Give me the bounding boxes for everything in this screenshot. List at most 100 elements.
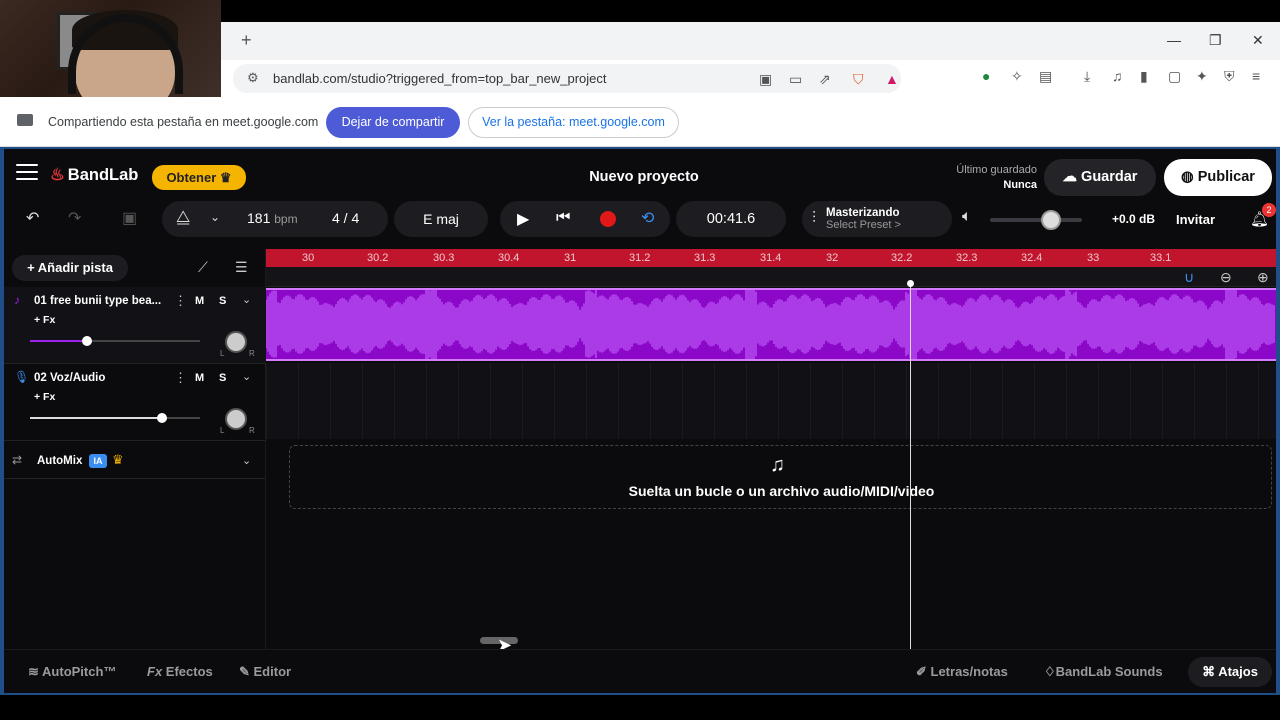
bpm-value[interactable]: 181 bpm [247,210,298,226]
playhead-handle[interactable] [907,280,914,287]
loop-icon[interactable]: ⟲ [641,208,654,228]
stop-sharing-button[interactable]: Dejar de compartir [326,107,460,138]
track-lane-1-region[interactable] [265,285,1276,363]
automix-row[interactable]: ⇄ AutoMix IA ♛ ⌄ [4,443,266,479]
time-display[interactable]: 00:41.6 [676,201,786,237]
view-tab-button[interactable]: Ver la pestaña: meet.google.com [468,107,679,138]
add-fx-button[interactable]: + Fx [34,314,55,326]
ruler-tick-label: 32 [826,252,839,264]
instrument-icon: ♪ [14,293,20,307]
new-tab-button[interactable]: + [241,30,252,51]
tool-icon[interactable]: ▣ [122,208,137,228]
snap-magnet-icon[interactable]: ∪ [1184,269,1194,286]
autopitch-button[interactable]: ≋ AutoPitch™ [28,664,116,680]
sidebar-icon[interactable]: ▮ [1140,68,1148,85]
hamburger-menu-icon[interactable] [16,164,38,182]
brand-logo[interactable]: ♨ BandLab [50,165,138,185]
speaker-icon[interactable]: 🔈︎ [962,208,972,226]
project-title[interactable]: Nuevo proyecto [534,169,754,185]
screenshot-icon[interactable]: ▤ [1039,68,1052,85]
download-icon[interactable]: ⤓ [1084,68,1090,85]
timeline-ruler[interactable]: 30 30.2 30.3 30.4 31 31.2 31.3 31.4 32 32.2 32.3 32… [266,249,1276,267]
pan-knob[interactable] [225,331,247,353]
crown-icon: ♛ [112,452,124,467]
play-icon[interactable]: ▶ [517,209,529,229]
playhead[interactable] [910,283,911,649]
save-button[interactable]: ☁ Guardar [1044,159,1156,196]
redo-icon[interactable]: ↷ [68,208,81,228]
cast-icon[interactable]: ▭ [789,71,802,88]
solo-button[interactable]: S [219,372,226,384]
zoom-in-icon[interactable]: ⊕ [1257,269,1269,286]
editor-button[interactable]: ✎ Editor [239,664,291,680]
undo-icon[interactable]: ↶ [26,208,39,228]
chevron-down-icon[interactable]: ⌄ [242,454,251,467]
master-volume-knob[interactable] [1041,210,1061,230]
chevron-down-icon[interactable]: ⌄ [242,370,251,383]
mastering-title: Masterizando [826,207,900,219]
solo-button[interactable]: S [219,295,226,307]
leo-ai-icon[interactable]: ✦ [1196,68,1208,85]
metronome-icon[interactable]: ⧋ [176,209,190,227]
pan-left-label: L [220,349,225,358]
bandlab-logo-icon: ♨ [50,166,65,184]
time-signature[interactable]: 4 / 4 [332,210,359,226]
chevron-down-icon[interactable]: ⌄ [242,293,251,306]
more-icon[interactable]: ⋮ [174,293,187,309]
chevron-down-icon[interactable]: ⌄ [210,210,220,224]
music-icon[interactable]: ♫ [1112,68,1123,84]
key-selector[interactable]: E maj [394,201,488,237]
address-bar[interactable]: ⚙ bandlab.com/studio?triggered_from=top_… [233,64,901,93]
track-lane-2[interactable] [266,363,1276,439]
mute-button[interactable]: M [195,372,204,384]
drop-zone[interactable]: ♫ Suelta un bucle o un archivo audio/MID… [289,445,1272,509]
track-volume-slider[interactable] [30,336,200,346]
more-icon[interactable]: ⋮ [174,370,187,386]
extension-icon[interactable]: ● [982,68,990,84]
ruler-tick-label: 32.3 [956,252,978,264]
track-row[interactable]: 🎙︎ 02 Voz/Audio ⋮ M S ⌄ + Fx L R [4,364,266,441]
site-info-icon[interactable]: ⚙ [247,70,259,86]
vpn-icon[interactable]: ⛨ [1224,68,1235,85]
add-track-button[interactable]: + Añadir pista [12,255,128,281]
automation-icon[interactable]: ⟋ [198,259,208,276]
pan-knob[interactable] [225,408,247,430]
mastering-button[interactable]: ⫶ Masterizando Select Preset > [802,201,952,237]
pan-right-label: R [249,426,255,435]
db-readout: +0.0 dB [1112,212,1156,226]
brave-shield-icon[interactable]: ⛉ [853,71,864,88]
master-volume-slider[interactable] [990,218,1082,222]
shortcuts-button[interactable]: ⌘ Atajos [1188,657,1272,687]
notification-badge: 2 [1262,203,1276,217]
wallet-icon[interactable]: ▢ [1168,68,1181,85]
get-membership-button[interactable]: Obtener ♛ [152,165,246,190]
track-settings-icon[interactable]: ☰ [235,259,248,276]
invite-button[interactable]: Invitar [1176,212,1215,227]
menu-icon[interactable]: ≡ [1252,68,1260,84]
ruler-tick-label: 30.3 [433,252,455,264]
track-row[interactable]: ♪ 01 free bunii type bea... ⋮ M S ⌄ + Fx… [4,287,266,364]
minimize-button[interactable]: — [1167,32,1181,48]
track-name[interactable]: 01 free bunii type bea... [34,295,161,307]
add-fx-button[interactable]: + Fx [34,391,55,403]
restore-button[interactable]: ❐ [1209,32,1222,49]
puzzle-icon[interactable]: ✧ [1011,68,1023,85]
close-button[interactable]: ✕ [1252,32,1264,49]
url-text[interactable]: bandlab.com/studio?triggered_from=top_ba… [273,71,607,86]
drop-zone-text: Suelta un bucle o un archivo audio/MIDI/… [628,483,935,499]
share-icon[interactable]: ⇗ [819,71,831,88]
bandlab-sounds-button[interactable]: ♢BandLab Sounds [1044,664,1163,680]
zoom-out-icon[interactable]: ⊖ [1220,269,1232,286]
mastering-preset: Select Preset > [826,219,901,231]
track-volume-slider[interactable] [30,413,200,423]
effects-button[interactable]: Fx Efectos [147,664,213,679]
publish-button[interactable]: ◍ Publicar [1164,159,1272,196]
skip-back-icon[interactable]: ⏮ [556,209,570,227]
brave-rewards-icon[interactable]: ▲ [885,71,899,87]
ruler-tick-label: 30 [302,252,315,264]
camera-off-icon[interactable]: ▣ [759,71,772,88]
track-name[interactable]: 02 Voz/Audio [34,372,105,384]
record-icon[interactable] [600,211,616,227]
mute-button[interactable]: M [195,295,204,307]
lyrics-notes-button[interactable]: ✐ Letras/notas [916,664,1008,680]
